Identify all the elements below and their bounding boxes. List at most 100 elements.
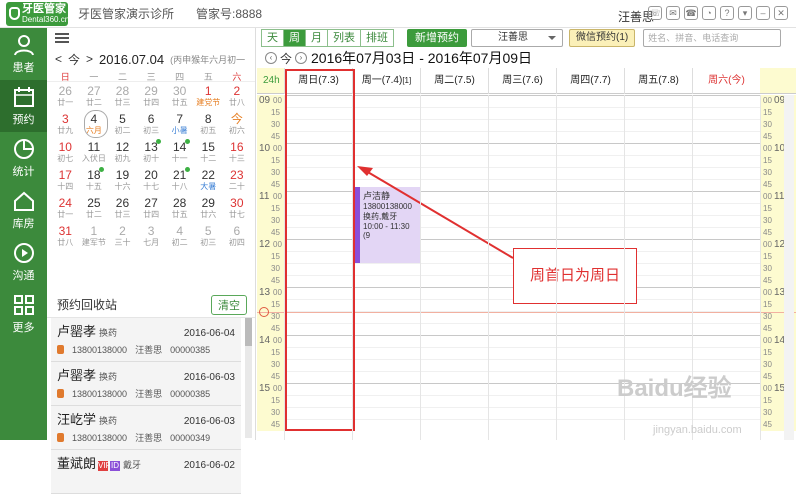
nav-appointments[interactable]: 预约 (0, 80, 47, 132)
calendar-day[interactable]: 24 廿一 (51, 194, 80, 222)
calendar-day[interactable]: 20 十七 (137, 166, 166, 194)
clear-button[interactable]: 清空 (211, 294, 247, 315)
grid-scrollbar[interactable] (784, 95, 794, 440)
new-appointment-button[interactable]: 新增预约 (407, 29, 467, 47)
phone-icon[interactable]: ☎ (684, 6, 698, 20)
calendar-day[interactable]: 29 廿六 (194, 194, 223, 222)
calendar-day[interactable]: 4 六月 (80, 110, 109, 138)
calendar-day[interactable]: 6 初四 (223, 222, 252, 250)
calendar-day[interactable]: 5 初二 (108, 110, 137, 138)
calendar-day[interactable]: 22 大暑 (194, 166, 223, 194)
day-number: 29 (201, 196, 215, 210)
annotation-label: 周首日为周日 (513, 248, 637, 304)
view-day-button[interactable]: 天 (261, 29, 284, 47)
view-schedule-button[interactable]: 排班 (360, 29, 394, 47)
day-number: 2 (119, 224, 126, 238)
watermark-url: jingyan.baidu.com (653, 424, 742, 436)
wechat-appointment-button[interactable]: 微信预约(1) (569, 29, 636, 47)
prev-week-button[interactable]: ‹ (265, 52, 277, 64)
window-controls: ☏ ✉ ☎ ◔ ? ▾ – ✕ (648, 6, 788, 20)
calendar-day[interactable]: 21 十八 (165, 166, 194, 194)
lunar-label: 廿四 (143, 98, 160, 107)
calendar-day[interactable]: 11 入伏日 (80, 138, 109, 166)
recycle-code: 00000349 (170, 432, 211, 443)
next-month-button[interactable]: > (86, 52, 93, 66)
badge-id: ID (110, 461, 121, 471)
calendar-day[interactable]: 5 初三 (194, 222, 223, 250)
calendar-day[interactable]: 27 廿二 (80, 82, 109, 110)
calendar-day[interactable]: 10 初七 (51, 138, 80, 166)
calendar-day[interactable]: 3 七月 (137, 222, 166, 250)
today-button[interactable]: 今 (68, 51, 80, 68)
lunar-label: 三十 (114, 238, 131, 247)
calendar-day[interactable]: 27 廿四 (137, 194, 166, 222)
recycle-scrollbar[interactable] (245, 318, 252, 438)
calendar-day[interactable]: 28 廿三 (108, 82, 137, 110)
view-week-button[interactable]: 周 (283, 29, 306, 47)
calendar-day[interactable]: 8 初五 (194, 110, 223, 138)
lunar-label: 初七 (57, 154, 74, 163)
lunar-label: 廿七 (228, 210, 245, 219)
help-icon[interactable]: ? (720, 6, 734, 20)
calendar-day[interactable]: 31 廿八 (51, 222, 80, 250)
nav-warehouse[interactable]: 库房 (0, 184, 47, 236)
next-week-button[interactable]: › (295, 52, 308, 64)
message-icon[interactable]: ✉ (666, 6, 680, 20)
lunar-label: 廿二 (85, 210, 102, 219)
calendar-day[interactable]: 2 三十 (108, 222, 137, 250)
recycle-item[interactable]: 卢罂孝 换药 2016-06-03 13800138000 汪善思 00000385 (51, 362, 241, 406)
view-month-button[interactable]: 月 (305, 29, 328, 47)
prev-month-button[interactable]: < (55, 52, 62, 66)
calendar-day[interactable]: 28 廿五 (165, 194, 194, 222)
dropdown-icon[interactable]: ▾ (738, 6, 752, 20)
calendar-day[interactable]: 26 廿三 (108, 194, 137, 222)
recycle-item[interactable]: 董斌朗 VIPID 戴牙 2016-06-02 (51, 450, 241, 494)
recycle-item[interactable]: 卢罂孝 换药 2016-06-04 13800138000 汪善思 00000385 (51, 318, 241, 362)
nav-more[interactable]: 更多 (0, 288, 47, 340)
close-icon[interactable]: ✕ (774, 6, 788, 20)
calendar-day[interactable]: 1 建军节 (80, 222, 109, 250)
day-number: 今 (230, 112, 243, 126)
view-list-button[interactable]: 列表 (327, 29, 361, 47)
calendar-day[interactable]: 6 初三 (137, 110, 166, 138)
day-number: 12 (115, 140, 130, 154)
calendar-day[interactable]: 17 十四 (51, 166, 80, 194)
calendar-day[interactable]: 13 初十 (137, 138, 166, 166)
calendar-day[interactable]: 18 十五 (80, 166, 109, 194)
calendar-day[interactable]: 26 廿一 (51, 82, 80, 110)
calendar-day[interactable]: 14 十一 (165, 138, 194, 166)
calendar-day[interactable]: 今初六 (223, 110, 252, 138)
calendar-day[interactable]: 3 廿九 (51, 110, 80, 138)
calendar-day[interactable]: 1 建党节 (194, 82, 223, 110)
calendar-day[interactable]: 19 十六 (108, 166, 137, 194)
nav-statistics[interactable]: 统计 (0, 132, 47, 184)
recycle-type: 换药 (99, 416, 118, 426)
calendar-day[interactable]: 16 十三 (223, 138, 252, 166)
bell-icon[interactable]: ◔ (702, 6, 716, 20)
minimize-icon[interactable]: – (756, 6, 770, 20)
calendar-day[interactable]: 23 二十 (223, 166, 252, 194)
day-number: 10 (58, 140, 72, 154)
calendar-day[interactable]: 29 廿四 (137, 82, 166, 110)
calendar-day[interactable]: 7 小暑 (165, 110, 194, 138)
doctor-select[interactable]: 汪善思 (471, 29, 563, 47)
today-week-button[interactable]: 今 (280, 50, 292, 67)
calendar-day[interactable]: 30 廿五 (165, 82, 194, 110)
nav-communication[interactable]: 沟通 (0, 236, 47, 288)
week-range: 2016年07月03日 - 2016年07月09日 (311, 50, 533, 66)
nav-patients[interactable]: 患者 (0, 28, 47, 80)
day-number: 4 (90, 112, 98, 126)
recycle-title: 预约回收站 (57, 298, 118, 312)
calendar-day[interactable]: 2 廿八 (223, 82, 252, 110)
calendar-day[interactable]: 30 廿七 (223, 194, 252, 222)
day-number: 5 (119, 112, 126, 126)
calendar-day[interactable]: 12 初九 (108, 138, 137, 166)
calendar-day[interactable]: 15 十二 (194, 138, 223, 166)
search-input[interactable]: 姓名、拼音、电话查询 (643, 29, 782, 47)
menu-icon[interactable] (55, 33, 69, 43)
headset-icon[interactable]: ☏ (648, 6, 662, 20)
recycle-item[interactable]: 汪屹学 换药 2016-06-03 13800138000 汪善思 00000349 (51, 406, 241, 450)
title-bar: 牙医管家 Dental360.cn 牙医管家演示诊所 管家号:8888 汪善思 … (0, 0, 796, 28)
calendar-day[interactable]: 25 廿二 (80, 194, 109, 222)
calendar-day[interactable]: 4 初二 (165, 222, 194, 250)
